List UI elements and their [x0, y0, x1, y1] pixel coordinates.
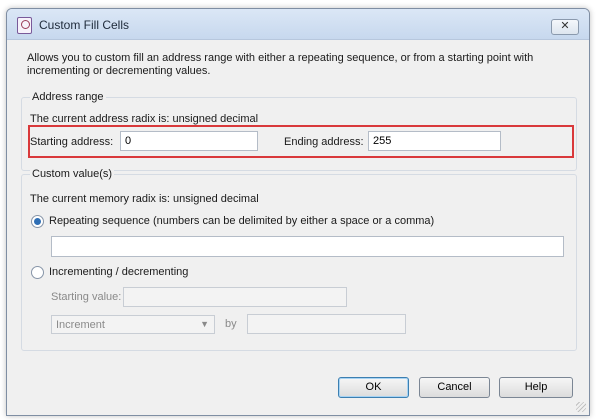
repeating-sequence-label[interactable]: Repeating sequence (numbers can be delim…: [49, 215, 434, 227]
starting-value-input[interactable]: [123, 287, 347, 307]
resize-grip-icon[interactable]: [576, 402, 586, 412]
incrementing-radio[interactable]: [31, 266, 44, 279]
by-label: by: [225, 318, 237, 330]
repeating-sequence-radio[interactable]: [31, 215, 44, 228]
by-value-input[interactable]: [247, 314, 406, 334]
address-radix-text: The current address radix is: unsigned d…: [30, 113, 259, 125]
ok-button[interactable]: OK: [338, 377, 409, 398]
starting-address-label: Starting address:: [30, 136, 114, 148]
ending-address-label: Ending address:: [284, 136, 364, 148]
title-bar[interactable]: Custom Fill Cells ✕: [7, 9, 589, 40]
custom-values-label: Custom value(s): [30, 168, 115, 180]
close-icon: ✕: [560, 20, 570, 32]
increment-mode-value: Increment: [56, 319, 105, 331]
incrementing-label[interactable]: Incrementing / decrementing: [49, 266, 188, 278]
chevron-down-icon: ▼: [200, 319, 209, 329]
help-button[interactable]: Help: [499, 377, 573, 398]
increment-mode-select[interactable]: Increment ▼: [51, 315, 215, 334]
close-button[interactable]: ✕: [551, 19, 579, 35]
app-icon: [17, 17, 32, 34]
starting-value-label: Starting value:: [51, 291, 122, 303]
dialog-title: Custom Fill Cells: [39, 18, 130, 32]
dialog-description: Allows you to custom fill an address ran…: [27, 52, 534, 77]
custom-fill-cells-dialog: Custom Fill Cells ✕ Allows you to custom…: [6, 8, 590, 416]
address-range-label: Address range: [30, 91, 106, 103]
memory-radix-text: The current memory radix is: unsigned de…: [30, 193, 259, 205]
cancel-button[interactable]: Cancel: [419, 377, 490, 398]
starting-address-input[interactable]: [120, 131, 258, 151]
repeating-sequence-input[interactable]: [51, 236, 564, 257]
ending-address-input[interactable]: [368, 131, 501, 151]
